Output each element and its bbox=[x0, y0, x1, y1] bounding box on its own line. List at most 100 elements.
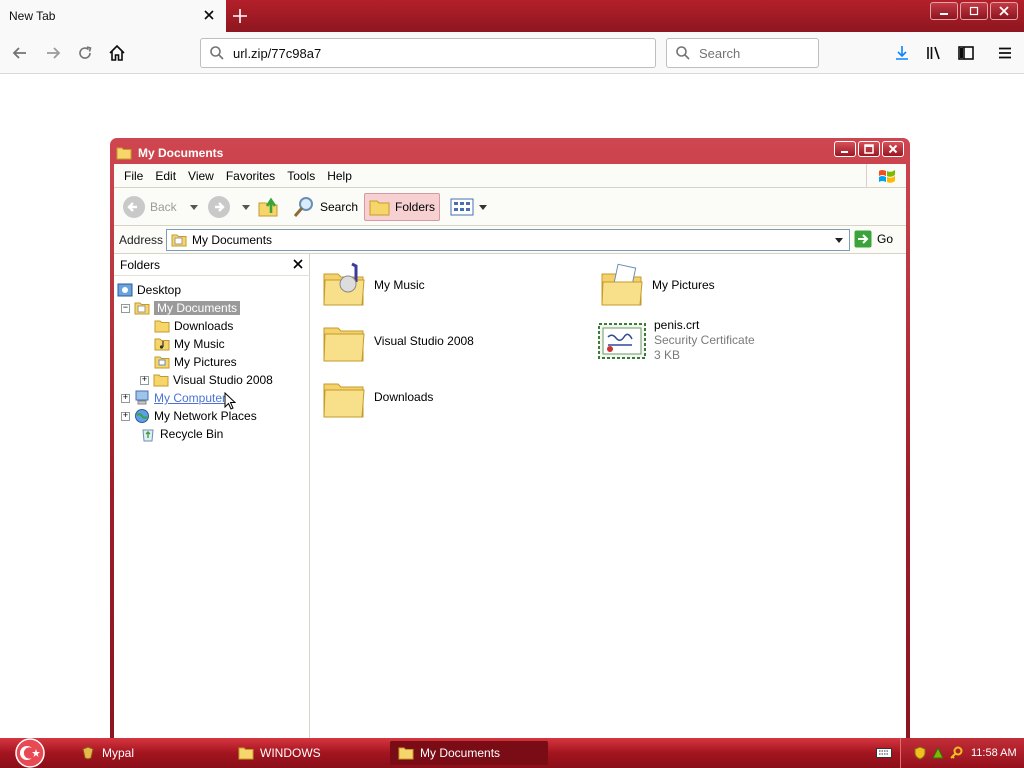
tree-item-recycle-bin[interactable]: Recycle Bin bbox=[140, 425, 223, 443]
folders-pane-header: Folders bbox=[114, 254, 310, 276]
item-name: My Music bbox=[374, 277, 425, 292]
music-folder-icon bbox=[154, 338, 170, 351]
shield-icon[interactable] bbox=[913, 746, 927, 760]
certificate-icon bbox=[598, 322, 646, 359]
keyboard-icon[interactable] bbox=[876, 746, 892, 760]
menu-edit[interactable]: Edit bbox=[155, 169, 184, 183]
chevron-down-icon[interactable] bbox=[241, 202, 251, 212]
hamburger-menu-icon[interactable] bbox=[994, 42, 1016, 64]
expand-icon[interactable]: + bbox=[140, 375, 149, 385]
tree-item-visual-studio-2008[interactable]: + Visual Studio 2008 bbox=[140, 371, 273, 389]
close-button[interactable] bbox=[882, 141, 904, 157]
task-mypal[interactable]: Mypal bbox=[72, 741, 222, 765]
maximize-button[interactable] bbox=[858, 141, 880, 157]
menu-help[interactable]: Help bbox=[327, 169, 360, 183]
expand-icon[interactable]: + bbox=[121, 411, 130, 421]
tree-item-downloads[interactable]: Downloads bbox=[154, 317, 233, 335]
close-icon[interactable] bbox=[292, 258, 304, 270]
list-item-my-pictures[interactable]: My Pictures bbox=[600, 262, 715, 308]
menu-file[interactable]: File bbox=[124, 169, 151, 183]
menu-favorites[interactable]: Favorites bbox=[226, 169, 283, 183]
tree-item-my-network-places[interactable]: + My Network Places bbox=[121, 407, 257, 425]
list-item-my-music[interactable]: My Music bbox=[322, 262, 425, 308]
reload-icon[interactable] bbox=[74, 42, 96, 64]
chevron-down-icon[interactable] bbox=[189, 202, 199, 212]
window-title-bar: My Documents bbox=[116, 144, 223, 162]
library-icon[interactable] bbox=[923, 42, 945, 64]
windows-logo-icon bbox=[866, 164, 906, 188]
taskbar: Mypal WINDOWS My Documents 11:58 AM bbox=[0, 738, 1024, 768]
close-button[interactable] bbox=[990, 2, 1018, 20]
task-my-documents[interactable]: My Documents bbox=[390, 741, 548, 765]
minimize-button[interactable] bbox=[834, 141, 856, 157]
window-title: My Documents bbox=[138, 146, 224, 160]
new-tab-icon[interactable] bbox=[230, 6, 250, 26]
go-arrow-icon bbox=[854, 230, 872, 248]
list-item-penis-crt[interactable]: penis.crt Security Certificate 3 KB bbox=[598, 318, 755, 363]
url-text: url.zip/77c98a7 bbox=[233, 45, 322, 61]
up-folder-icon bbox=[258, 197, 278, 217]
minimize-button[interactable] bbox=[930, 2, 958, 20]
folders-button[interactable]: Folders bbox=[364, 193, 441, 221]
tree-item-label: Visual Studio 2008 bbox=[173, 373, 273, 387]
close-icon bbox=[888, 144, 898, 154]
minimize-icon bbox=[841, 151, 848, 153]
browser-tab[interactable]: New Tab bbox=[0, 0, 226, 32]
url-bar[interactable]: url.zip/77c98a7 bbox=[200, 38, 656, 68]
address-field[interactable]: My Documents bbox=[166, 229, 850, 251]
menu-view[interactable]: View bbox=[188, 169, 222, 183]
tree-item-label: My Pictures bbox=[174, 355, 237, 369]
chevron-down-icon[interactable] bbox=[831, 232, 847, 248]
task-windows[interactable]: WINDOWS bbox=[230, 741, 380, 765]
my-documents-icon bbox=[134, 302, 150, 315]
back-button[interactable]: Back bbox=[122, 193, 199, 221]
back-arrow-icon bbox=[123, 196, 145, 218]
tree-item-my-computer[interactable]: + My Computer bbox=[121, 389, 226, 407]
search-bar[interactable] bbox=[666, 38, 819, 68]
tab-title: New Tab bbox=[9, 9, 56, 23]
sidebar-icon[interactable] bbox=[955, 42, 977, 64]
home-icon[interactable] bbox=[106, 42, 128, 64]
tree-item-my-music[interactable]: My Music bbox=[154, 335, 225, 353]
restore-icon bbox=[969, 6, 979, 16]
address-value: My Documents bbox=[192, 233, 273, 247]
folder-icon bbox=[323, 327, 365, 362]
folder-icon bbox=[116, 147, 132, 160]
address-bar: Address My Documents Go bbox=[114, 226, 906, 254]
search-icon bbox=[676, 46, 690, 60]
list-item-downloads[interactable]: Downloads bbox=[322, 374, 433, 420]
recycle-bin-icon bbox=[142, 429, 154, 442]
chevron-down-icon bbox=[479, 205, 487, 210]
search-input[interactable] bbox=[699, 45, 809, 61]
close-icon[interactable] bbox=[202, 8, 216, 22]
network-icon[interactable] bbox=[931, 746, 945, 760]
task-label: My Documents bbox=[420, 746, 501, 760]
start-button[interactable] bbox=[8, 738, 48, 768]
browser-tab-strip: New Tab bbox=[0, 0, 1024, 32]
maximize-icon bbox=[864, 144, 874, 154]
go-button[interactable]: Go bbox=[854, 230, 893, 248]
download-icon[interactable] bbox=[891, 42, 913, 64]
expand-icon[interactable]: + bbox=[121, 393, 130, 403]
restore-button[interactable] bbox=[960, 2, 988, 20]
item-name: penis.crt bbox=[654, 318, 700, 332]
views-button[interactable] bbox=[450, 193, 488, 221]
collapse-icon[interactable]: − bbox=[121, 303, 130, 313]
tree-item-my-documents[interactable]: − My Documents bbox=[121, 299, 241, 317]
up-folder-button[interactable] bbox=[257, 193, 281, 221]
folders-pane: Folders Desktop − My Documents Downloads… bbox=[114, 254, 310, 738]
menu-tools[interactable]: Tools bbox=[287, 169, 323, 183]
file-list-pane: My Music My Pictures Visual Studio 2008 … bbox=[314, 254, 906, 738]
forward-arrow-icon[interactable] bbox=[42, 42, 64, 64]
key-icon[interactable] bbox=[949, 746, 963, 760]
tree-item-my-pictures[interactable]: My Pictures bbox=[154, 353, 237, 371]
back-arrow-icon[interactable] bbox=[9, 42, 31, 64]
search-button[interactable]: Search bbox=[292, 193, 358, 221]
tree-item-desktop[interactable]: Desktop bbox=[117, 281, 181, 299]
clock[interactable]: 11:58 AM bbox=[971, 747, 1017, 759]
tree-item-label: My Computer bbox=[154, 391, 227, 405]
forward-button[interactable] bbox=[207, 193, 251, 221]
tree-item-label: Recycle Bin bbox=[160, 427, 224, 441]
menu-bar: File Edit View Favorites Tools Help bbox=[114, 164, 906, 188]
list-item-visual-studio-2008[interactable]: Visual Studio 2008 bbox=[322, 318, 474, 364]
